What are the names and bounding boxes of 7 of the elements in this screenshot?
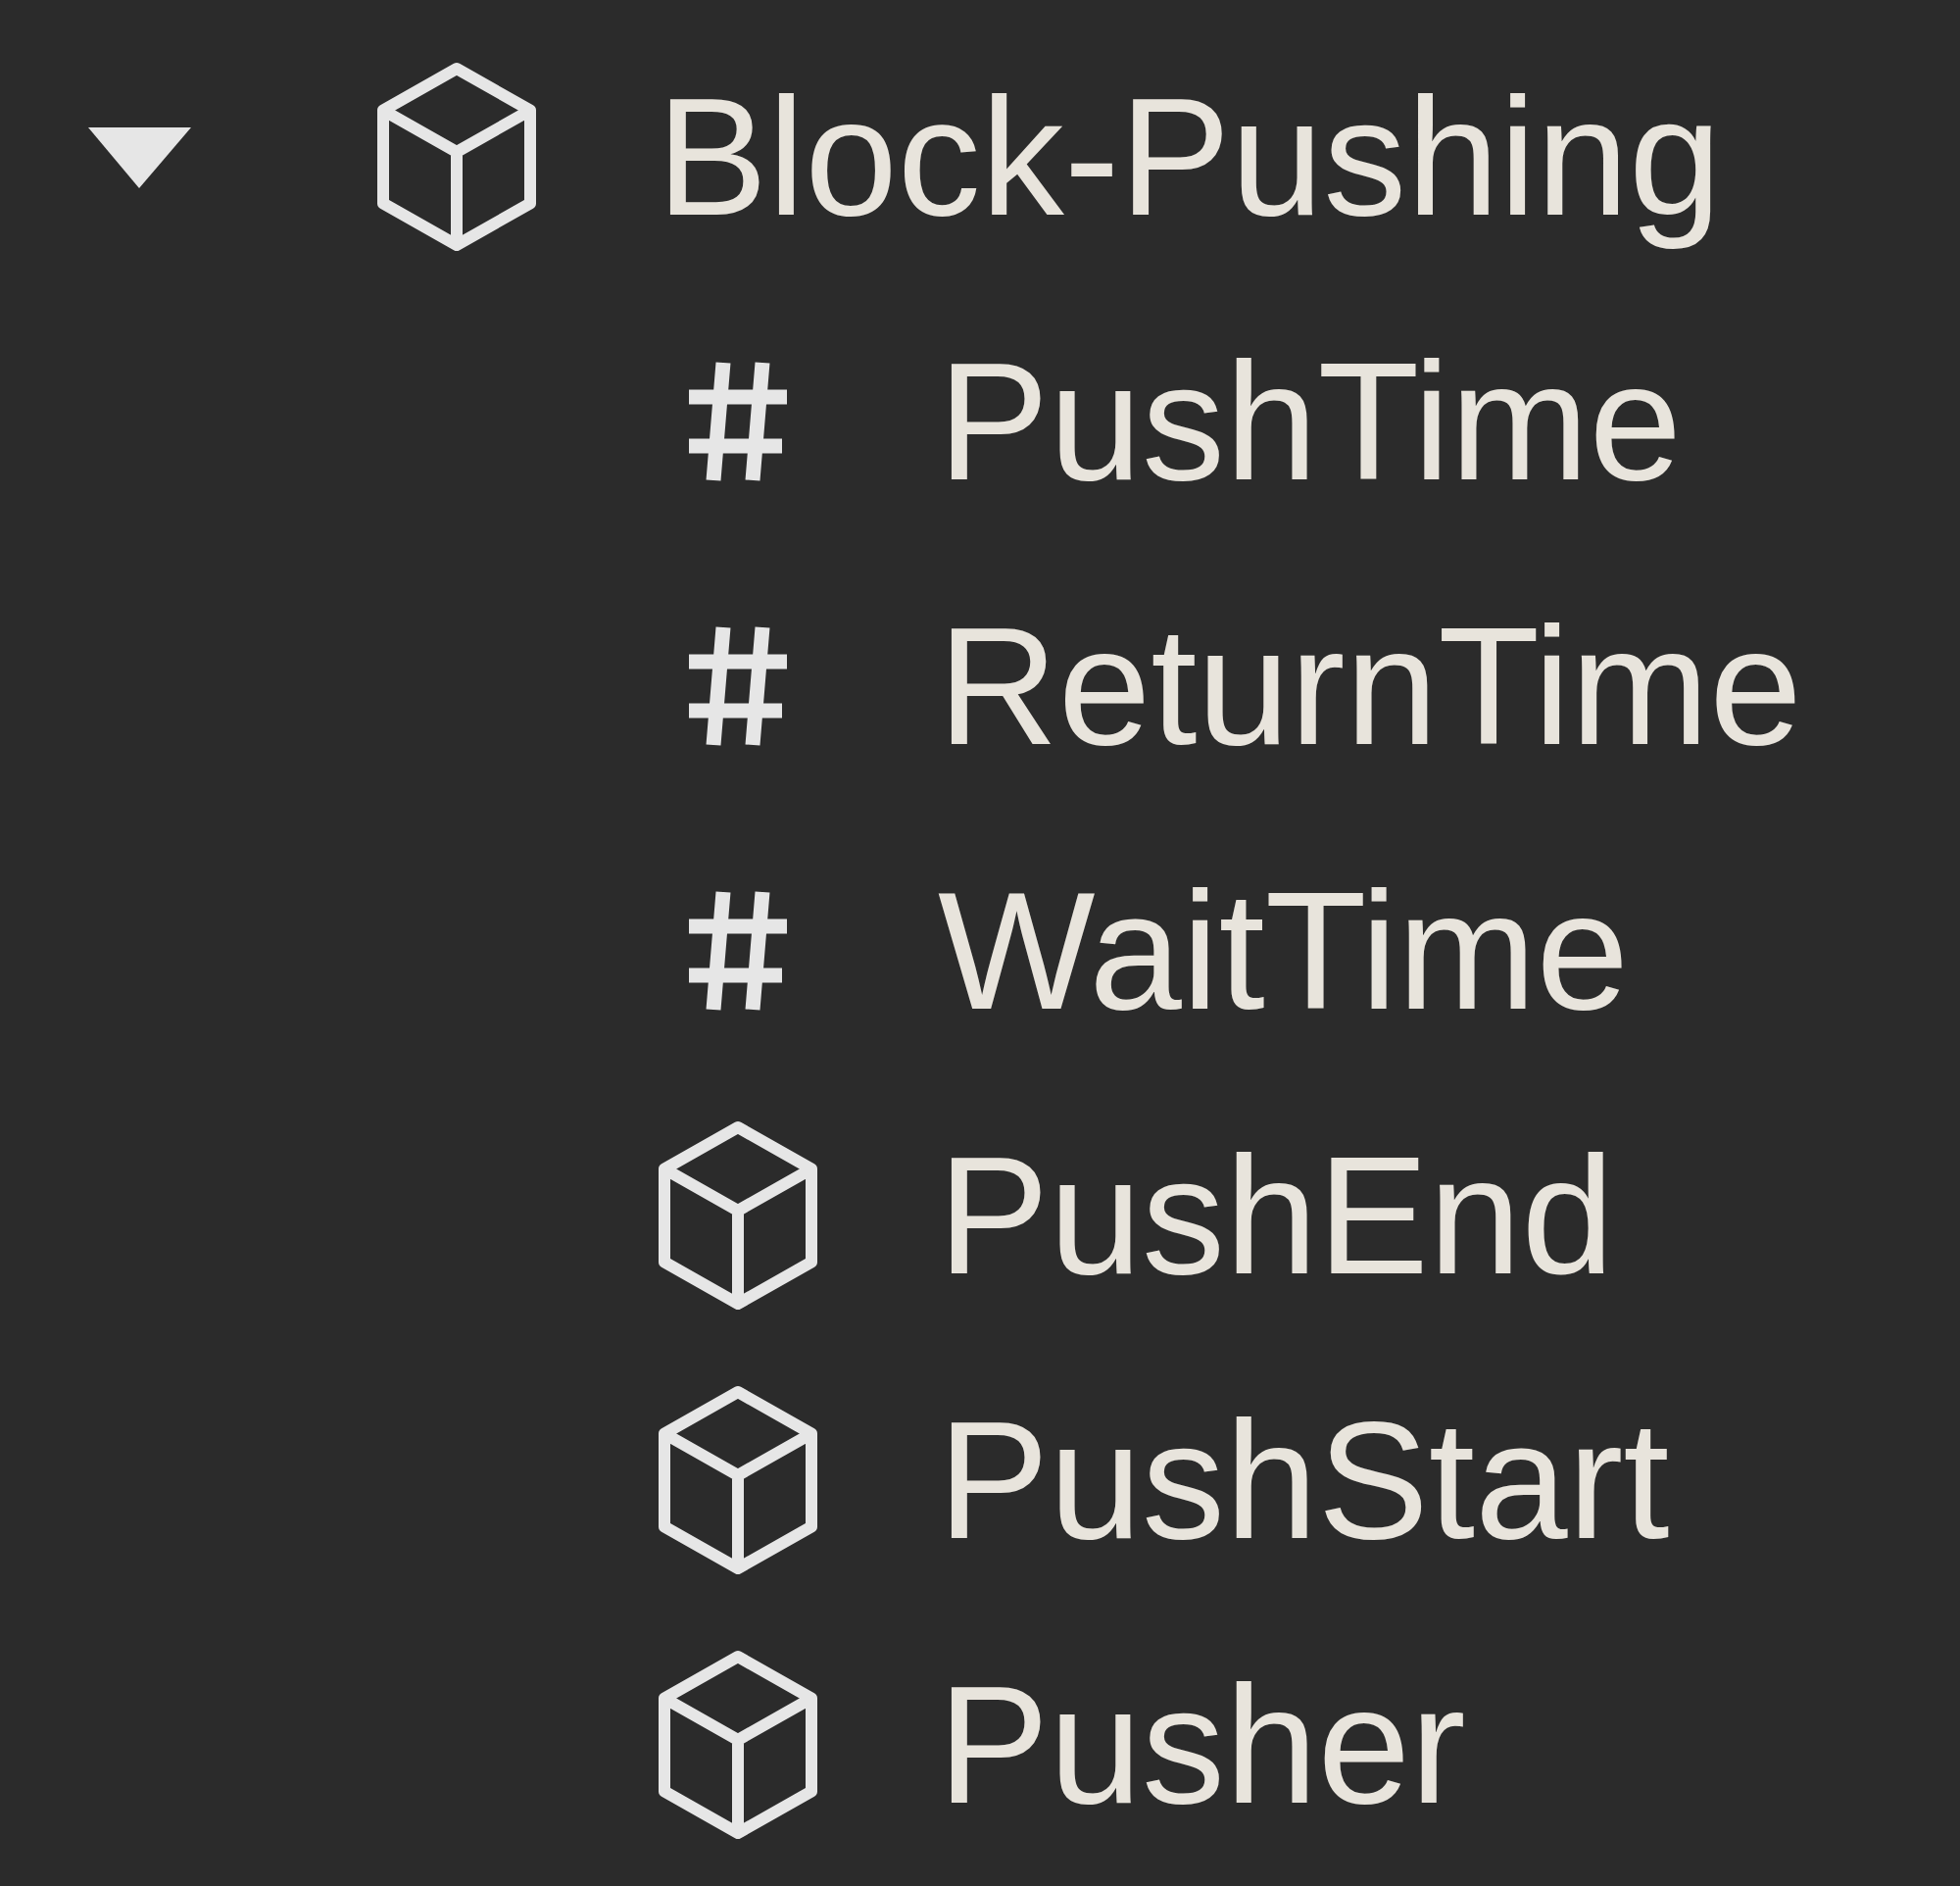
tree-item[interactable]: PushEnd: [938, 1111, 1614, 1320]
tree-item[interactable]: Pusher: [938, 1640, 1466, 1850]
tree-item[interactable]: PushTime: [938, 317, 1682, 526]
tree-item[interactable]: WaitTime: [938, 846, 1630, 1056]
tree-item[interactable]: ReturnTime: [938, 581, 1802, 791]
tree-item[interactable]: Block-Pushing: [657, 52, 1722, 262]
tree-item[interactable]: PushStart: [938, 1375, 1670, 1585]
